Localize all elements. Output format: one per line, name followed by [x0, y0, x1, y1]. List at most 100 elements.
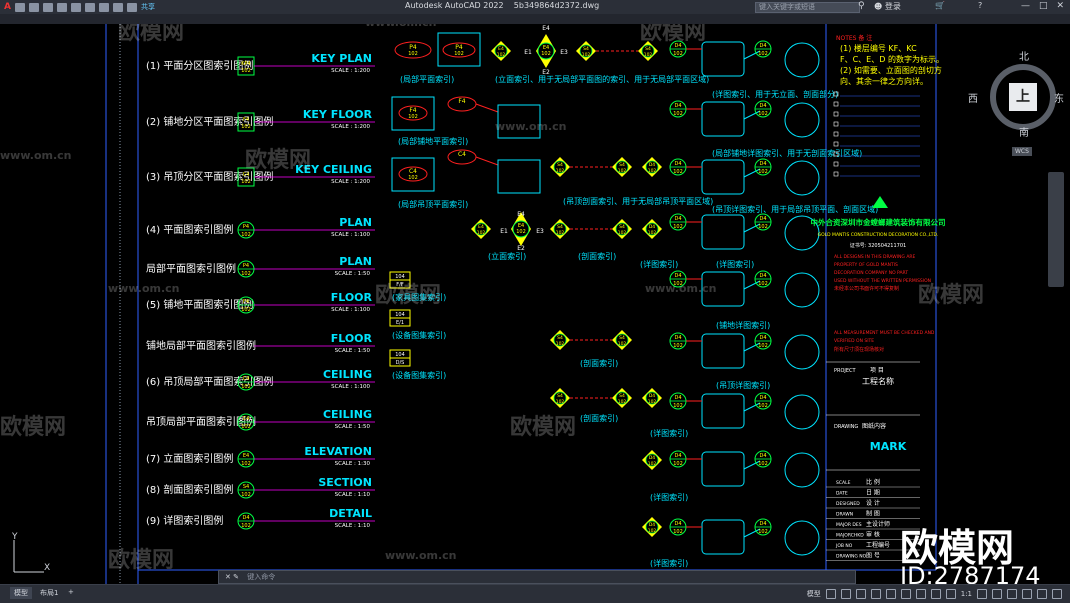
command-line[interactable]: ✕ ✎ 键入命令: [218, 570, 856, 584]
lineweight-icon[interactable]: [900, 589, 911, 599]
compass-east[interactable]: 东: [1054, 90, 1064, 105]
detail-target-circle: [784, 334, 820, 370]
tab-layout1[interactable]: 布局1: [36, 587, 62, 599]
save-icon[interactable]: [42, 2, 53, 12]
window-title: Autodesk AutoCAD 2022 5b349864d2372.dwg: [405, 1, 599, 10]
mark-title: MARK: [870, 440, 907, 453]
quick-access-toolbar: A 共享: [4, 2, 155, 12]
viewcube-top-face[interactable]: 上: [1009, 83, 1037, 111]
transparency-icon[interactable]: [915, 589, 926, 599]
detail-target-circle: [784, 520, 820, 556]
isolate-icon[interactable]: [1007, 589, 1017, 599]
polar-icon[interactable]: [870, 589, 881, 599]
detail-bubble-right: D4102: [754, 100, 772, 118]
p4-sheet-2: 102: [454, 51, 464, 57]
navigation-bar[interactable]: [1048, 172, 1064, 287]
model-space-toggle[interactable]: 模型: [807, 589, 821, 599]
marker-sheet: 102: [618, 341, 627, 347]
compass-west[interactable]: 西: [968, 90, 978, 105]
svg-text:X: X: [44, 563, 50, 573]
detail-target-circle: [784, 160, 820, 196]
c4-tag-2: C4: [458, 151, 466, 158]
annotation-icon[interactable]: [945, 589, 956, 599]
bubble-tag: D4: [674, 395, 681, 401]
customize-menu-icon[interactable]: [1052, 589, 1062, 599]
login-button[interactable]: ☻ 登录: [874, 1, 901, 12]
save-as-icon[interactable]: [56, 2, 67, 12]
open-file-icon[interactable]: [28, 2, 39, 12]
annotation-scale[interactable]: 1:1: [961, 590, 972, 598]
detail-bubble-right: D4102: [754, 332, 772, 350]
detail-marker-3: D4102: [642, 388, 662, 408]
search-input[interactable]: 键入关键字或短语: [755, 2, 860, 13]
plot-icon[interactable]: [84, 2, 95, 12]
company-logo: [872, 196, 888, 208]
compass-north[interactable]: 北: [1019, 48, 1029, 63]
bubble-tag: D4: [674, 521, 681, 527]
workspace-gear-icon[interactable]: [977, 589, 987, 599]
hardware-accel-icon[interactable]: [1022, 589, 1032, 599]
title-bar: A 共享 Autodesk AutoCAD 2022 5b349864d2372…: [0, 0, 1070, 15]
catalog-num: 104: [395, 312, 405, 318]
detail-target-box: [701, 41, 745, 77]
marker-sheet: 102: [497, 52, 506, 58]
snap-icon[interactable]: [840, 589, 851, 599]
detail-marker-1: D4102: [642, 157, 662, 177]
new-file-icon[interactable]: [14, 2, 25, 12]
close-command-icon[interactable]: ✕ ✎: [219, 571, 245, 583]
bubble-sheet: 102: [673, 529, 683, 535]
legend-english-title: KEY CEILING: [295, 163, 372, 176]
share-icon[interactable]: [126, 2, 137, 12]
detail-bubble-right: D4102: [754, 518, 772, 536]
compass-south[interactable]: 南: [1019, 124, 1029, 139]
search-icon[interactable]: ⚲: [858, 1, 865, 11]
detail3-caption: (详图索引): [650, 492, 688, 502]
detail-target-box: [701, 101, 745, 137]
bubble-tag: D4: [759, 103, 766, 109]
osnap-icon[interactable]: [885, 589, 896, 599]
bubble-sheet: 102: [758, 461, 768, 467]
catalog-code: D/S: [396, 360, 405, 366]
help-icon[interactable]: ?: [978, 1, 982, 10]
undo-icon[interactable]: [98, 2, 109, 12]
right-caption-2: (局部铺地详图索引、用于无剖面索引区域): [712, 148, 862, 158]
minimize-icon[interactable]: —: [1021, 1, 1030, 11]
measurement-note: ALL MEASUREMENT MUST BE CHECKED AND: [834, 330, 935, 336]
close-icon[interactable]: ✕: [1056, 1, 1064, 11]
bubble-sheet: 102: [673, 281, 683, 287]
plus-icon[interactable]: [992, 589, 1002, 599]
cad-drawing[interactable]: (1) 平面分区图索引图例KP4102KEY PLANSCALE : 1:200…: [0, 24, 1070, 584]
section3-caption: (剖面索引): [580, 413, 618, 423]
tab-model[interactable]: 模型: [10, 587, 32, 599]
file-name: 5b349864d2372.dwg: [513, 1, 600, 10]
elev-e3-label: E3: [560, 49, 568, 56]
section-marker-2: S4102: [638, 41, 658, 61]
app-menu-icon[interactable]: A: [4, 2, 11, 12]
elev-index-caption: (立面索引、用于无局部平面图的索引、用于无局部平面区域): [495, 74, 709, 84]
viewcube[interactable]: 北 南 西 东 上: [968, 52, 1064, 139]
bubble-sheet: 102: [241, 307, 251, 313]
selection-cycling-icon[interactable]: [930, 589, 941, 599]
wcs-menu[interactable]: WCS: [1012, 147, 1032, 156]
detail-target-box: [701, 451, 745, 487]
redo-icon[interactable]: [112, 2, 123, 12]
catalog-num: 104: [395, 274, 405, 280]
legend-english-title: PLAN: [339, 216, 372, 229]
publish-icon[interactable]: [70, 2, 81, 12]
maximize-icon[interactable]: □: [1039, 1, 1048, 11]
c4-tag: C4: [409, 168, 417, 175]
command-input[interactable]: 键入命令: [247, 573, 275, 581]
drawing-canvas[interactable]: (1) 平面分区图索引图例 KP4 102 KEY PLAN SCALE : 1:200…: [0, 24, 1070, 584]
clean-screen-icon[interactable]: [1037, 589, 1047, 599]
grid-icon[interactable]: [825, 589, 836, 599]
share-label[interactable]: 共享: [141, 2, 155, 12]
ortho-icon[interactable]: [855, 589, 866, 599]
add-layout-button[interactable]: +: [64, 587, 78, 597]
marker-sheet: 102: [648, 461, 657, 467]
marker-tag: S4: [583, 46, 589, 52]
detail-bubble-left: D4102: [669, 450, 687, 468]
right-group: D4102D4102D4102D4102D4102D4102D4102D4102…: [669, 40, 878, 556]
detail-bubble-left: D4102: [669, 392, 687, 410]
bubble-sheet: 102: [241, 384, 251, 390]
cart-icon[interactable]: 🛒: [935, 1, 945, 10]
